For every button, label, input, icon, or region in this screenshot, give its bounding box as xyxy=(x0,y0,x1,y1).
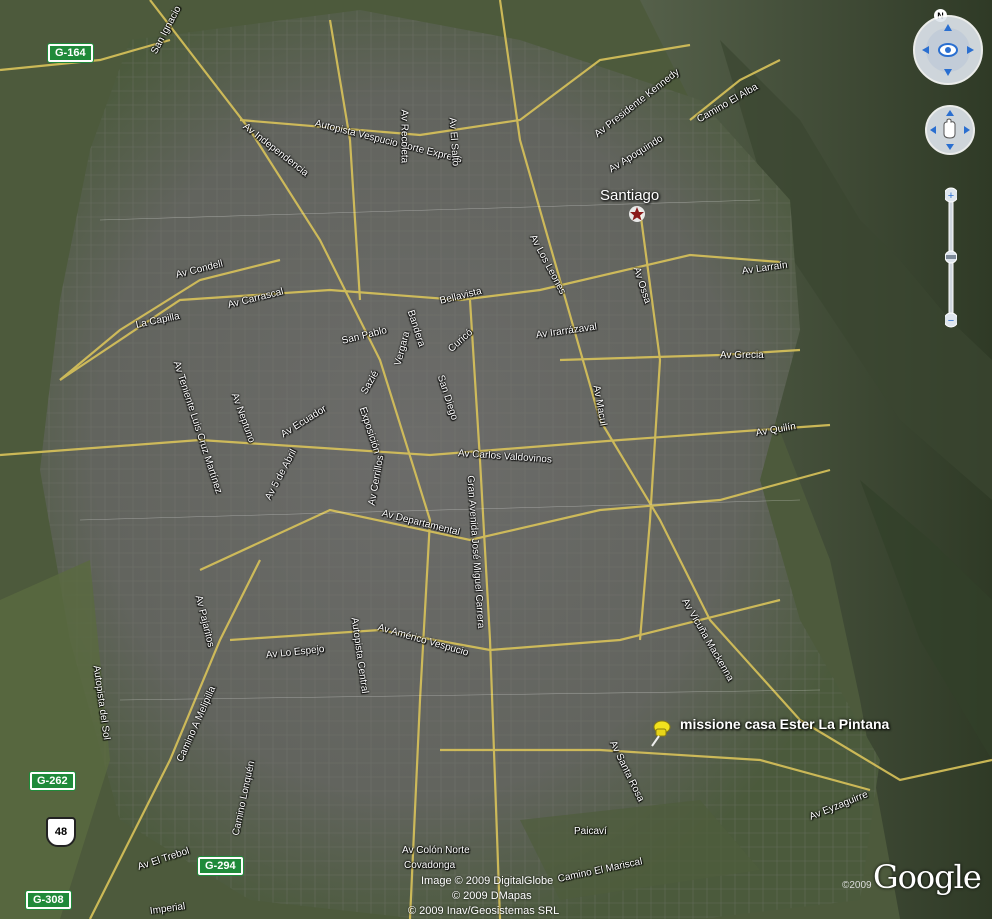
zoom-out-button: − xyxy=(948,315,954,327)
road-label: Av Colón Norte xyxy=(402,845,470,856)
route-shield-g308: G-308 xyxy=(26,891,71,909)
attribution-dmapas: © 2009 DMapas xyxy=(452,890,532,902)
zoom-slider[interactable]: + − xyxy=(943,187,959,329)
attribution-inav: © 2009 Inav/Geosistemas SRL xyxy=(408,905,560,917)
route-shield-48: 48 xyxy=(46,817,76,847)
pushpin-icon[interactable] xyxy=(648,720,672,748)
route-shield-g262: G-262 xyxy=(30,772,75,790)
placemark-label[interactable]: missione casa Ester La Pintana xyxy=(680,716,889,732)
city-star-icon[interactable] xyxy=(628,205,646,223)
road-label: Paicaví xyxy=(574,826,607,837)
copyright-year: ©2009 xyxy=(842,880,872,891)
look-joystick[interactable] xyxy=(912,14,984,86)
route-shield-g294: G-294 xyxy=(198,857,243,875)
road-label: Covadonga xyxy=(404,860,456,871)
city-label[interactable]: Santiago xyxy=(600,187,659,204)
move-joystick[interactable] xyxy=(924,104,976,156)
route-shield-g164: G-164 xyxy=(48,44,93,62)
google-logo: Google xyxy=(873,858,982,896)
road-label: Av Recoleta xyxy=(398,109,410,164)
attribution-imagery: Image © 2009 DigitalGlobe xyxy=(421,875,554,887)
road-label: Av Grecia xyxy=(720,350,764,361)
map-view[interactable]: G-164 G-262 48 G-294 G-308 San Ignacio A… xyxy=(0,0,992,919)
zoom-in-button: + xyxy=(948,190,954,202)
